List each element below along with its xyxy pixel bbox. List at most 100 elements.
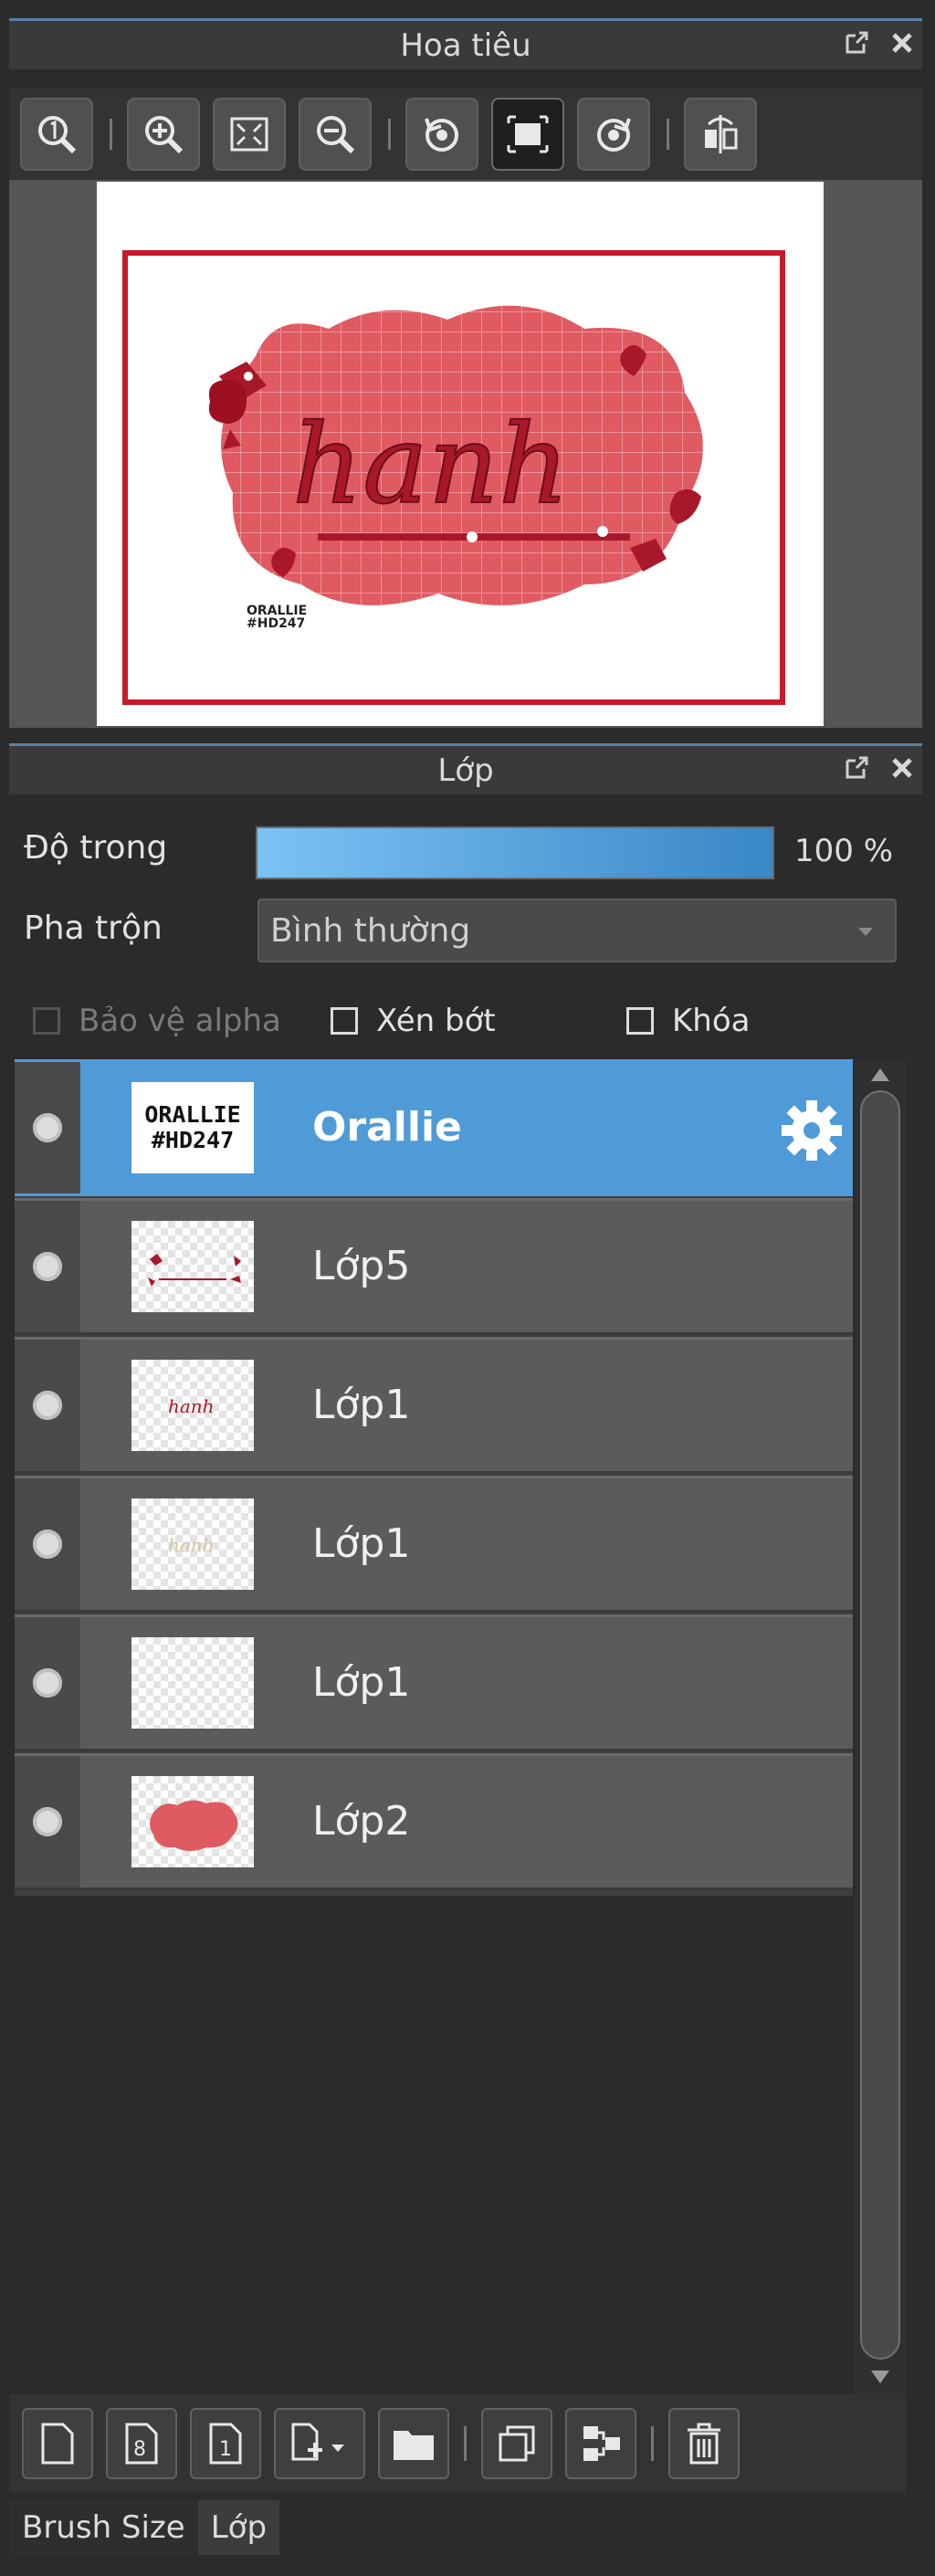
zoom-in-button[interactable] bbox=[127, 98, 200, 171]
folder-icon bbox=[394, 2431, 434, 2460]
flip-horizontal-button[interactable] bbox=[684, 98, 757, 171]
rotate-right-button[interactable] bbox=[577, 98, 650, 171]
zoom-in-icon bbox=[145, 116, 184, 154]
separator bbox=[667, 119, 669, 150]
watermark-line2: #HD247 bbox=[247, 616, 306, 631]
merge-layer-button[interactable] bbox=[565, 2408, 636, 2479]
new-8bit-layer-button[interactable]: 8 bbox=[106, 2408, 177, 2479]
watermark-line1: ORALLIE bbox=[247, 604, 308, 618]
new-page-icon bbox=[41, 2423, 74, 2465]
layer-thumbnail: hanh bbox=[131, 1498, 254, 1590]
layer-row[interactable]: Lớp1 bbox=[15, 1614, 853, 1751]
1bit-layer-icon: 1 bbox=[209, 2423, 242, 2465]
checkbox-box bbox=[331, 1007, 358, 1035]
eye-dot-icon bbox=[33, 1807, 62, 1836]
tab-brush-size[interactable]: Brush Size bbox=[9, 2500, 198, 2555]
separator bbox=[464, 2426, 467, 2461]
svg-text:1: 1 bbox=[219, 2438, 232, 2461]
protect-alpha-checkbox[interactable]: Bảo vệ alpha bbox=[33, 1003, 281, 1039]
delete-layer-button[interactable] bbox=[668, 2408, 740, 2479]
navigator-header: Hoa tiêu bbox=[9, 18, 922, 69]
protect-alpha-label: Bảo vệ alpha bbox=[79, 1003, 281, 1039]
lock-label: Khóa bbox=[672, 1003, 751, 1039]
panel-tabs: Brush Size Lớp bbox=[9, 2500, 280, 2555]
layer-name: Orallie bbox=[312, 1104, 462, 1151]
layers-header: Lớp bbox=[9, 743, 922, 794]
checkbox-box bbox=[626, 1007, 654, 1035]
new-folder-button[interactable] bbox=[378, 2408, 449, 2479]
navigator-title: Hoa tiêu bbox=[400, 26, 531, 64]
scroll-up-icon[interactable] bbox=[869, 1065, 891, 1083]
layer-row[interactable]: ORALLIE #HD247 Orallie bbox=[15, 1059, 853, 1196]
popout-icon[interactable] bbox=[842, 753, 871, 783]
layer-thumbnail bbox=[131, 1637, 254, 1729]
rotate-left-icon bbox=[425, 118, 458, 152]
visibility-toggle[interactable] bbox=[15, 1756, 80, 1887]
layer-name: Lớp5 bbox=[312, 1243, 411, 1289]
eye-dot-icon bbox=[33, 1252, 62, 1281]
merge-down-icon bbox=[583, 2426, 620, 2461]
opacity-slider[interactable] bbox=[256, 826, 774, 879]
duplicate-icon bbox=[499, 2425, 535, 2462]
close-icon[interactable] bbox=[888, 28, 917, 58]
eye-dot-icon bbox=[33, 1113, 62, 1142]
zoom-out-button[interactable] bbox=[299, 98, 372, 171]
visibility-toggle[interactable] bbox=[15, 1478, 80, 1610]
checkbox-box bbox=[33, 1007, 60, 1035]
rotate-right-icon bbox=[597, 118, 631, 152]
eye-dot-icon bbox=[33, 1530, 62, 1559]
layer-name: Lớp1 bbox=[312, 1520, 411, 1567]
gear-icon[interactable] bbox=[780, 1099, 844, 1162]
layer-row[interactable]: hanh Lớp1 bbox=[15, 1337, 853, 1474]
blend-mode-select[interactable]: Bình thường bbox=[257, 899, 897, 962]
blend-mode-value: Bình thường bbox=[270, 911, 471, 950]
visibility-toggle[interactable] bbox=[15, 1201, 80, 1332]
popout-icon[interactable] bbox=[842, 28, 871, 58]
layer-scrollbar[interactable] bbox=[855, 1059, 906, 2394]
duplicate-layer-button[interactable] bbox=[481, 2408, 552, 2479]
clipping-label: Xén bớt bbox=[376, 1003, 496, 1039]
layer-thumbnail: hanh bbox=[131, 1360, 254, 1451]
layer-row[interactable]: Lớp2 bbox=[15, 1753, 853, 1890]
separator bbox=[110, 119, 112, 150]
zoom-1x-icon bbox=[38, 116, 77, 154]
layer-list: ORALLIE #HD247 Orallie Lớp5 hanh Lớp1 ha… bbox=[15, 1059, 853, 1896]
watermark-preview: ORALLIE #HD247 bbox=[247, 605, 307, 630]
clipping-checkbox[interactable]: Xén bớt bbox=[331, 1003, 496, 1039]
rotate-left-button[interactable] bbox=[405, 98, 478, 171]
add-layer-menu-button[interactable] bbox=[274, 2408, 365, 2479]
fit-screen-button[interactable] bbox=[213, 98, 286, 171]
reset-view-button[interactable] bbox=[491, 98, 564, 171]
svg-text:hanh: hanh bbox=[168, 1534, 215, 1556]
layer-row[interactable]: Lớp5 bbox=[15, 1198, 853, 1335]
svg-text:hanh: hanh bbox=[168, 1395, 215, 1417]
scrollbar-thumb[interactable] bbox=[860, 1090, 900, 2360]
svg-text:8: 8 bbox=[133, 2438, 146, 2461]
trash-icon bbox=[688, 2423, 720, 2465]
close-icon[interactable] bbox=[888, 753, 917, 783]
eye-dot-icon bbox=[33, 1668, 62, 1698]
lock-checkbox[interactable]: Khóa bbox=[626, 1003, 750, 1039]
layer-thumbnail: ORALLIE #HD247 bbox=[131, 1082, 254, 1173]
tab-layers[interactable]: Lớp bbox=[197, 2500, 280, 2555]
new-layer-button[interactable] bbox=[22, 2408, 93, 2479]
flip-horizontal-icon bbox=[705, 115, 738, 153]
layers-title: Lớp bbox=[437, 752, 494, 789]
visibility-toggle[interactable] bbox=[15, 1062, 80, 1193]
layer-thumbnail bbox=[131, 1776, 254, 1867]
layer-toolbar: 8 1 bbox=[9, 2394, 906, 2493]
visibility-toggle[interactable] bbox=[15, 1340, 80, 1471]
new-1bit-layer-button[interactable]: 1 bbox=[190, 2408, 261, 2479]
chevron-down-icon bbox=[858, 928, 873, 936]
blend-label: Pha trộn bbox=[24, 909, 163, 947]
reset-view-icon bbox=[507, 115, 549, 153]
layer-thumbnail bbox=[131, 1221, 254, 1312]
scroll-down-icon[interactable] bbox=[869, 2369, 891, 2387]
layer-name: Lớp1 bbox=[312, 1659, 411, 1706]
navigator-toolbar bbox=[9, 89, 922, 180]
layer-row[interactable]: hanh Lớp1 bbox=[15, 1476, 853, 1613]
opacity-value: 100 % bbox=[794, 833, 894, 869]
zoom-actual-button[interactable] bbox=[20, 98, 93, 171]
fit-screen-icon bbox=[230, 117, 268, 152]
visibility-toggle[interactable] bbox=[15, 1617, 80, 1749]
